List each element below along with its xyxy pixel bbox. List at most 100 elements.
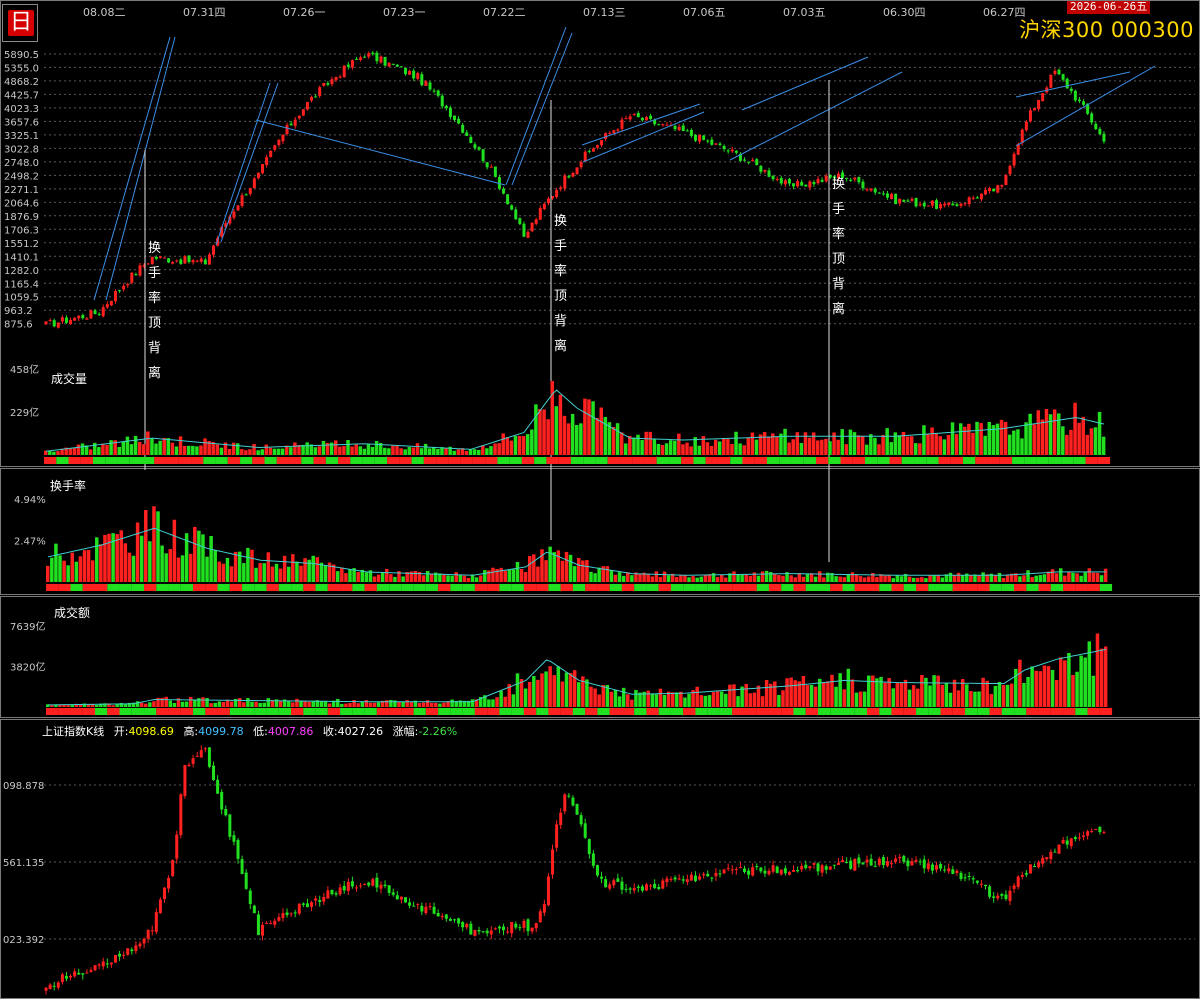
turnover-bar <box>519 569 524 582</box>
amount-bar <box>164 696 168 707</box>
amount-bar <box>1099 648 1104 707</box>
volume-bar <box>873 437 877 455</box>
amount-strip-cell <box>965 708 978 715</box>
amount-strip-cell <box>952 708 966 715</box>
divergence-annotation-char: 换 <box>148 241 161 256</box>
index-candle-body <box>457 918 461 924</box>
index-candle-body <box>469 923 473 935</box>
price-candle-body <box>767 170 771 177</box>
open-label: 开: <box>113 725 129 738</box>
index-candle-body <box>836 862 840 865</box>
amount-strip-cell <box>352 708 365 715</box>
amount-bar <box>916 688 920 707</box>
index-candle-body <box>800 866 804 870</box>
turnover-strip-cell <box>903 584 917 591</box>
turnover-bar <box>764 570 769 582</box>
turnover-strip-cell <box>597 584 610 591</box>
turnover-title: 换手率 <box>50 478 86 493</box>
amount-bar <box>429 702 434 707</box>
volume-bar <box>1016 429 1020 455</box>
turnover-strip-cell <box>413 584 426 591</box>
volume-bar <box>178 436 183 455</box>
volume-strip-cell <box>289 457 302 464</box>
volume-strip-cell <box>914 457 927 464</box>
chart-canvas[interactable]: 08.08二 07.31四 07.26一 07.23一 07.22二 07.13三 07.0… <box>0 0 1200 999</box>
index-candle-body <box>542 904 546 913</box>
price-candle-body <box>481 149 485 162</box>
price-candle-body <box>975 197 979 199</box>
turnover-bar <box>593 573 597 582</box>
turnover-bar <box>229 566 234 582</box>
index-candle-body <box>85 972 89 974</box>
index-candle-body <box>350 881 354 887</box>
amount-strip-cell <box>560 708 573 715</box>
index-candle-body <box>1069 838 1073 847</box>
turnover-bar <box>152 506 156 582</box>
index-candle-body <box>804 864 808 869</box>
price-candle-body <box>314 96 318 98</box>
index-candle-body <box>314 898 318 901</box>
turnover-bar <box>572 566 577 582</box>
amount-bar <box>826 681 830 707</box>
amount-bar <box>1009 683 1014 707</box>
turnover-bar <box>605 566 610 582</box>
volume-bar <box>775 437 779 455</box>
turnover-bar <box>503 570 507 582</box>
turnover-strip-cell <box>952 584 966 591</box>
amount-bar <box>307 701 311 707</box>
index-candle-body <box>199 750 203 758</box>
turnover-bar <box>977 575 981 582</box>
price-candle-body <box>130 272 134 283</box>
turnover-bar <box>1034 575 1038 582</box>
price-candle-body <box>154 256 158 259</box>
turnover-bar <box>278 568 283 582</box>
date-label: 06.27四 <box>983 6 1026 19</box>
price-candle-body <box>346 64 350 67</box>
volume-bar <box>146 431 150 455</box>
price-candle-body <box>787 178 791 184</box>
turnover-bar <box>340 567 344 582</box>
price-candle-body <box>514 209 518 220</box>
volume-bar <box>383 447 387 455</box>
volume-bar <box>509 440 514 455</box>
price-candle-body <box>510 205 514 210</box>
index-candle-body <box>685 879 689 883</box>
close-label: 收: <box>322 725 338 738</box>
price-candle-body <box>718 143 722 145</box>
volume-strip-cell <box>472 457 486 464</box>
index-candle-body <box>563 794 567 812</box>
index-candle-body <box>808 866 812 869</box>
turnover-strip-cell <box>1050 584 1064 591</box>
turnover-bar <box>854 574 859 582</box>
volume-strip-cell <box>252 457 265 464</box>
price-candle-body <box>322 82 326 86</box>
turnover-bar <box>286 566 291 582</box>
amount-bar <box>368 702 373 707</box>
turnover-bar <box>875 577 879 582</box>
amount-bar <box>515 673 520 707</box>
amount-bar <box>1022 683 1026 707</box>
turnover-bar <box>127 552 132 582</box>
amount-bar <box>695 686 699 707</box>
turnover-bar <box>291 554 295 582</box>
amount-strip-cell <box>989 708 1002 715</box>
volume-bar <box>182 445 187 455</box>
amount-strip-cell <box>1075 708 1088 715</box>
amount-bar <box>952 679 957 707</box>
volume-bar <box>525 434 530 455</box>
amount-bar <box>683 697 687 707</box>
price-candle-body <box>453 115 457 121</box>
volume-bar <box>619 432 624 455</box>
turnover-bar <box>1103 568 1108 582</box>
amount-bar <box>940 684 945 707</box>
turnover-bar <box>560 560 565 582</box>
price-candle-body <box>265 157 269 165</box>
price-axis-label: 2064.6 <box>4 198 39 209</box>
index-candle-body <box>714 872 718 877</box>
price-candle-body <box>820 179 824 182</box>
amount-strip-cell <box>1099 708 1113 715</box>
turnover-bar <box>858 576 863 582</box>
turnover-strip-cell <box>1001 584 1015 591</box>
price-candle-body <box>301 109 305 116</box>
index-candle-body <box>865 859 869 863</box>
